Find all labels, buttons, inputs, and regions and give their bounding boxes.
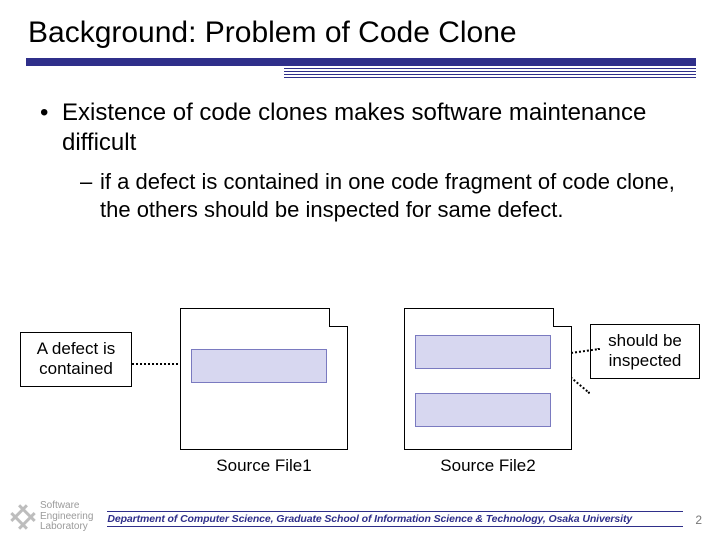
code-fragment <box>191 349 327 383</box>
diagram: A defect is contained should be inspecte… <box>0 302 720 502</box>
code-fragment <box>415 335 551 369</box>
bullet-level2: if a defect is contained in one code fra… <box>80 168 682 223</box>
code-fragment <box>415 393 551 427</box>
logo-text: Software Engineering Laboratory <box>40 501 93 533</box>
source-file-2-icon <box>404 308 572 450</box>
department-block: Department of Computer Science, Graduate… <box>107 507 683 527</box>
bullet-l1-text: Existence of code clones makes software … <box>62 99 646 156</box>
lab-logo: Software Engineering Laboratory <box>12 501 93 533</box>
title-rule <box>24 58 696 78</box>
logo-mark-icon <box>7 501 38 532</box>
bullet-l2-text: if a defect is contained in one code fra… <box>100 169 675 222</box>
logo-line3: Laboratory <box>40 522 93 533</box>
file2-label: Source File2 <box>404 456 572 476</box>
content-area: Existence of code clones makes software … <box>24 80 696 223</box>
callout-inspect: should be inspected <box>590 324 700 379</box>
file1-label: Source File1 <box>180 456 348 476</box>
source-file-1-icon <box>180 308 348 450</box>
callout-defect: A defect is contained <box>20 332 132 387</box>
page-number: 2 <box>695 507 702 527</box>
bullet-level1: Existence of code clones makes software … <box>38 98 682 223</box>
slide-title: Background: Problem of Code Clone <box>24 12 696 58</box>
footer: Software Engineering Laboratory Departme… <box>0 500 720 534</box>
department-text: Department of Computer Science, Graduate… <box>107 513 683 527</box>
slide: Background: Problem of Code Clone Existe… <box>0 0 720 540</box>
